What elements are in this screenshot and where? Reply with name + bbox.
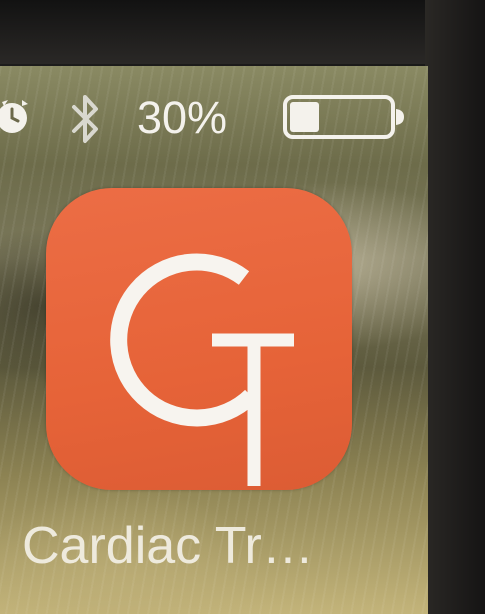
app-label[interactable]: Cardiac Tr… [22, 516, 314, 576]
device-bezel-right [425, 0, 485, 614]
alarm-clock-icon [0, 100, 28, 133]
home-screen: 30% Cardiac Tr… [0, 66, 428, 614]
ct-logo-icon [110, 253, 294, 486]
battery-fill [290, 102, 319, 132]
battery-percentage: 30% [137, 92, 228, 143]
status-bar: 30% [0, 66, 428, 170]
battery-icon [283, 95, 404, 139]
device-bezel-top [0, 0, 485, 64]
bluetooth-icon [72, 95, 98, 143]
cardiac-app-icon[interactable] [46, 188, 352, 490]
